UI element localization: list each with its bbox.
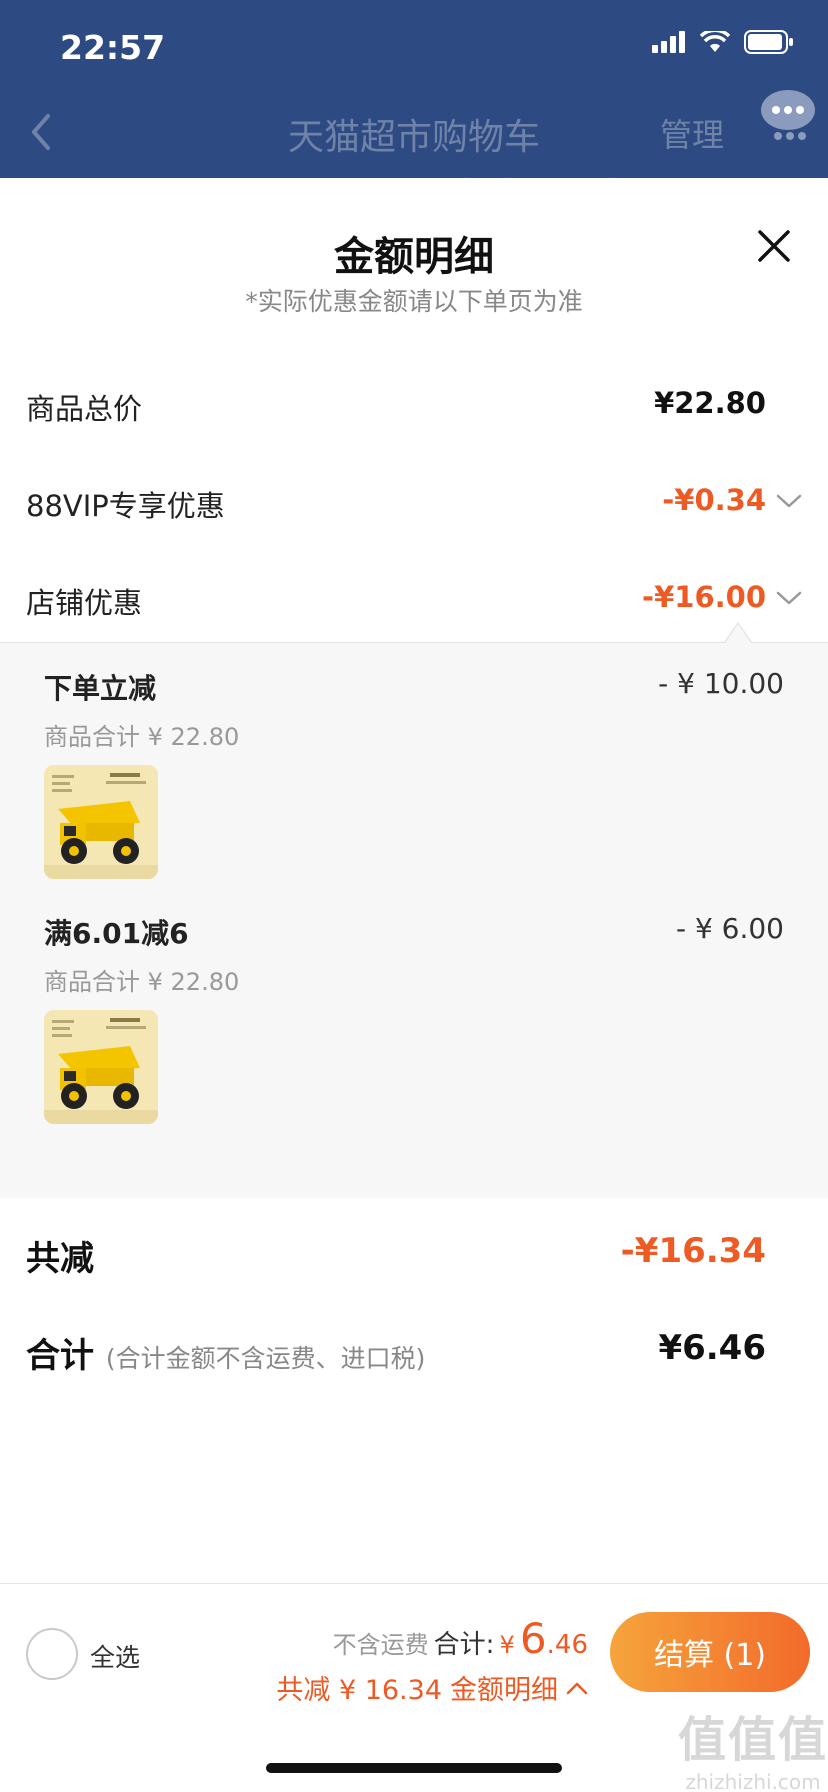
product-thumbnail[interactable] (44, 1010, 158, 1124)
row-label: 店铺优惠 (26, 586, 143, 620)
checkout-button[interactable]: 结算 (1) (610, 1612, 810, 1692)
saving-text: 共减 ¥ 16.34 (276, 1675, 442, 1706)
promo-subtotal: 商品合计 ¥ 22.80 (44, 723, 240, 751)
battery-icon (744, 30, 793, 54)
amount-detail-link[interactable]: 金额明细 (450, 1668, 558, 1707)
screen: 22:57 天猫超市购物车 管理 金额明细 *实际优惠金额请以下单页为准 商品总… (0, 0, 828, 1792)
promo-title: 满6.01减6 (44, 917, 189, 950)
row-store-discount[interactable]: 店铺优惠 -¥16.00 (0, 570, 828, 630)
watermark: 值值值 zhizhizhi.com (678, 1700, 828, 1792)
product-thumbnail[interactable] (44, 765, 158, 879)
row-label: 商品总价 (26, 392, 143, 426)
select-all-label[interactable]: 全选 (90, 1638, 140, 1674)
row-value: -¥16.00 (642, 580, 766, 614)
grand-total-note: (合计金额不含运费、进口税) (105, 1344, 426, 1373)
store-discount-detail: 下单立减 - ¥ 10.00 商品合计 ¥ 22.80 满6.01减6 - ¥ … (0, 624, 828, 1198)
grand-total-title: 合计 (26, 1336, 94, 1376)
amount-detail-sheet: 金额明细 *实际优惠金额请以下单页为准 商品总价 ¥22.80 88VIP专享优… (0, 178, 828, 1792)
chevron-down-icon[interactable] (776, 590, 802, 606)
total-integer: 6 (519, 1614, 547, 1663)
row-88vip-discount[interactable]: 88VIP专享优惠 -¥0.34 (0, 473, 828, 533)
promo-amount: - ¥ 6.00 (675, 912, 784, 945)
grand-total-value: ¥6.46 (658, 1328, 766, 1368)
total-line: 不含运费 合计: ¥ 6.46 (333, 1614, 588, 1663)
promo-subtotal: 商品合计 ¥ 22.80 (44, 968, 240, 996)
sheet-title: 金额明细 (334, 234, 494, 280)
total-discount-value: -¥16.34 (620, 1231, 766, 1271)
signal-icon (652, 31, 685, 53)
more-bubble-icon[interactable] (760, 88, 816, 140)
total-discount-label: 共减 (26, 1239, 94, 1279)
grand-total-label: 合计 (合计金额不含运费、进口税) (26, 1328, 425, 1377)
manage-button[interactable]: 管理 (660, 110, 724, 156)
status-icons (652, 30, 794, 54)
total-label: 合计: (433, 1630, 495, 1660)
home-indicator (266, 1763, 562, 1773)
close-icon[interactable] (756, 228, 792, 264)
saving-line[interactable]: 共减 ¥ 16.34 金额明细 (276, 1668, 588, 1707)
watermark-domain: zhizhizhi.com (685, 1770, 821, 1792)
row-goods-total: 商品总价 ¥22.80 (0, 376, 828, 436)
total-decimal: .46 (546, 1630, 588, 1660)
wifi-icon (700, 31, 730, 52)
promo-title: 下单立减 (44, 672, 157, 705)
promo-amount: - ¥ 10.00 (658, 667, 784, 700)
select-all-radio[interactable] (26, 1628, 78, 1680)
chevron-down-icon[interactable] (776, 493, 802, 509)
row-value: -¥0.34 (662, 483, 766, 517)
chevron-up-icon[interactable] (566, 1681, 588, 1695)
row-value: ¥22.80 (654, 386, 766, 420)
dump-truck-image (44, 765, 158, 879)
total-currency: ¥ (499, 1631, 515, 1659)
header-bar: 22:57 天猫超市购物车 管理 (0, 0, 828, 204)
dump-truck-image (44, 1010, 158, 1124)
shipping-note: 不含运费 (332, 1631, 429, 1659)
watermark-logo: 值值值 (678, 1712, 828, 1768)
status-time: 22:57 (60, 28, 166, 67)
sheet-note: *实际优惠金额请以下单页为准 (245, 287, 583, 316)
row-label: 88VIP专享优惠 (26, 489, 225, 523)
